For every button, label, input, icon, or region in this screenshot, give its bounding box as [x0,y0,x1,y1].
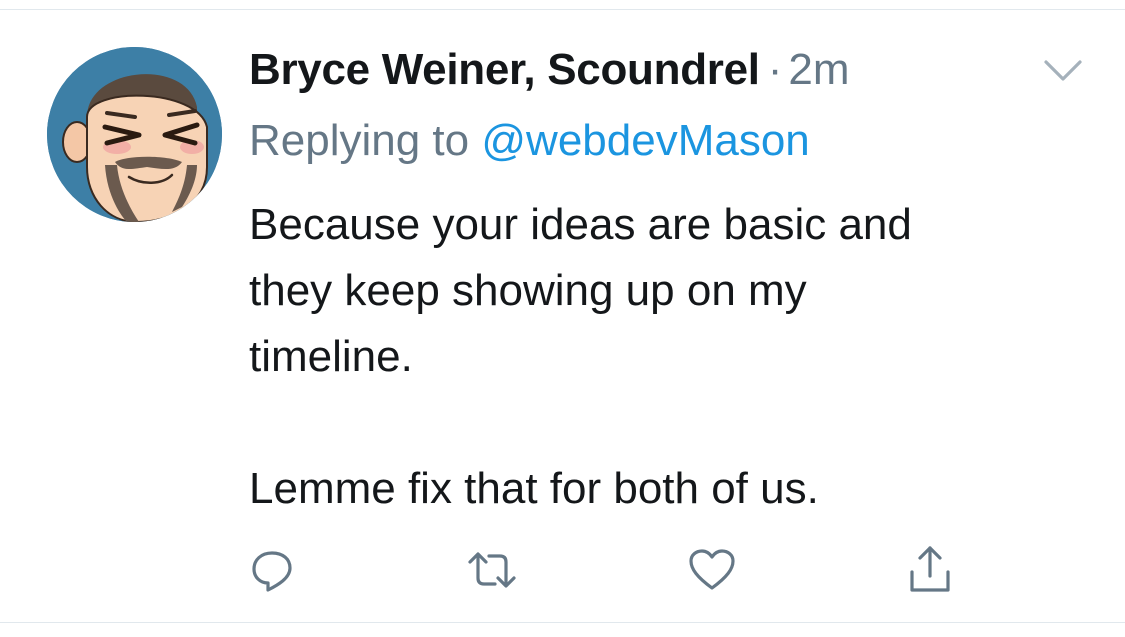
avatar-illustration [47,47,222,222]
reply-icon [248,546,296,594]
timestamp[interactable]: 2m [788,45,849,94]
retweet-icon [464,546,520,594]
avatar[interactable] [47,47,222,222]
retweet-button[interactable] [460,540,524,600]
top-divider [0,9,1125,10]
share-icon [906,544,954,596]
bottom-divider [0,622,1125,623]
separator-dot: · [767,45,783,94]
reply-button[interactable] [240,540,304,600]
tweet-text-line: they keep showing up on my [249,266,807,315]
replying-to: Replying to @webdevMason [249,112,810,170]
tweet-header: Bryce Weiner, Scoundrel · 2m [249,42,849,98]
author-name[interactable]: Bryce Weiner, Scoundrel [249,45,760,94]
action-bar [0,540,1125,600]
tweet-text: Because your ideas are basic and they ke… [249,192,1089,522]
chevron-down-icon[interactable] [1040,56,1086,86]
tweet-text-line: Lemme fix that for both of us. [249,464,819,513]
tweet-text-line: Because your ideas are basic and [249,200,912,249]
reply-prefix: Replying to [249,116,470,165]
share-button[interactable] [898,540,962,600]
like-button[interactable] [680,540,744,600]
tweet-text-line: timeline. [249,332,413,381]
heart-icon [687,547,737,593]
reply-handle-link[interactable]: @webdevMason [481,116,809,165]
